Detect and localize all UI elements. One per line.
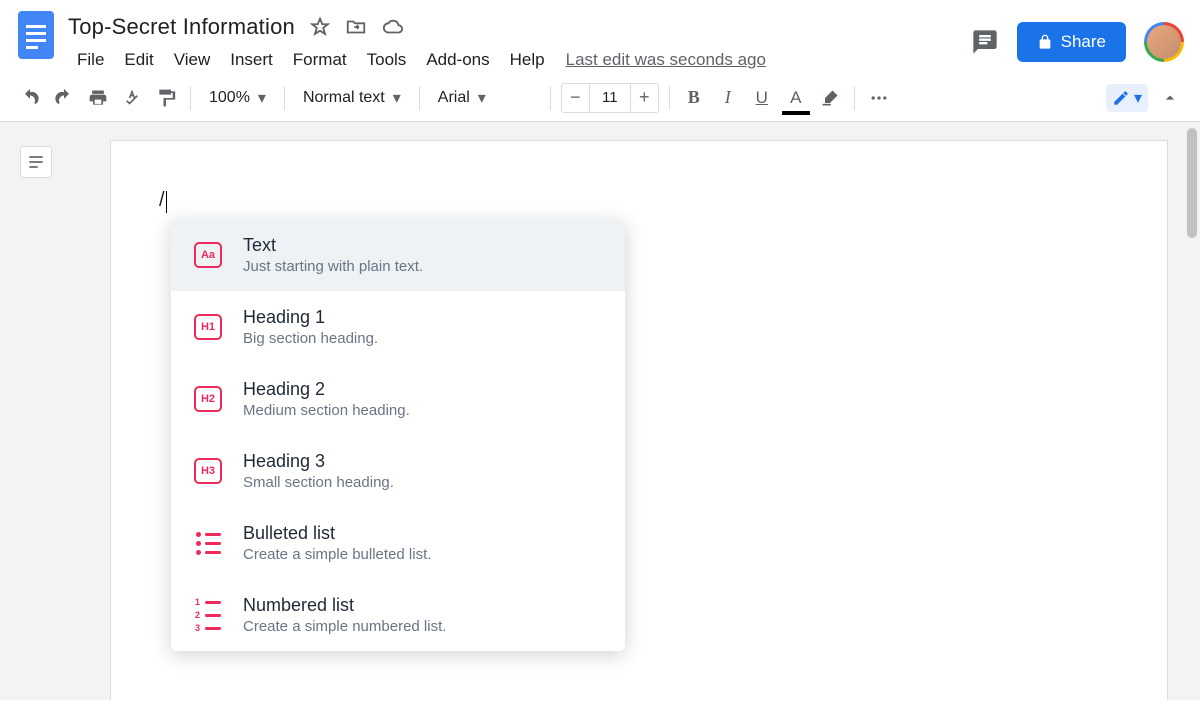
menu-insert[interactable]: Insert	[221, 46, 282, 74]
print-button[interactable]	[84, 84, 112, 112]
collapse-toolbar-button[interactable]	[1156, 84, 1184, 112]
italic-button[interactable]: I	[714, 84, 742, 112]
slash-item-desc: Small section heading.	[243, 474, 394, 491]
header-bar: Top-Secret Information File Edit View In…	[0, 0, 1200, 74]
document-content[interactable]: /	[159, 189, 165, 211]
slash-menu-item-heading-1[interactable]: H1 Heading 1 Big section heading.	[171, 291, 625, 363]
slash-command-menu: Aa Text Just starting with plain text. H1 He…	[171, 219, 625, 651]
menu-help[interactable]: Help	[501, 46, 554, 74]
pencil-icon	[1112, 89, 1130, 107]
menu-bar: File Edit View Insert Format Tools Add-o…	[68, 46, 971, 74]
highlight-button[interactable]	[816, 84, 844, 112]
zoom-select[interactable]: 100% ▾	[201, 84, 274, 112]
font-size-decrease[interactable]: −	[562, 84, 590, 112]
font-select[interactable]: Arial ▾	[430, 84, 540, 112]
redo-button[interactable]	[50, 84, 78, 112]
slash-menu-item-text[interactable]: Aa Text Just starting with plain text.	[171, 219, 625, 291]
slash-item-title: Text	[243, 235, 423, 256]
star-icon[interactable]	[309, 16, 331, 38]
font-size-input[interactable]	[590, 84, 630, 112]
menu-format[interactable]: Format	[284, 46, 356, 74]
cloud-status-icon[interactable]	[381, 16, 405, 38]
share-button[interactable]: Share	[1017, 22, 1126, 62]
menu-tools[interactable]: Tools	[358, 46, 416, 74]
slash-item-desc: Create a simple numbered list.	[243, 618, 446, 635]
numbers-icon: 123	[193, 600, 223, 630]
menu-view[interactable]: View	[165, 46, 220, 74]
bullets-icon	[193, 528, 223, 558]
slash-menu-item-numbered-list[interactable]: 123 Numbered list Create a simple numbered…	[171, 579, 625, 651]
paragraph-style-select[interactable]: Normal text ▾	[295, 84, 409, 112]
slash-item-title: Bulleted list	[243, 523, 431, 544]
header-right: Share	[971, 8, 1184, 62]
comments-icon[interactable]	[971, 28, 999, 56]
lock-icon	[1037, 34, 1053, 50]
toolbar-separator	[284, 86, 285, 110]
toolbar-separator	[854, 86, 855, 110]
caret-down-icon: ▾	[1134, 88, 1142, 108]
menu-file[interactable]: File	[68, 46, 113, 74]
document-outline-button[interactable]	[20, 146, 52, 178]
slash-item-desc: Medium section heading.	[243, 402, 410, 419]
vertical-scrollbar[interactable]	[1187, 128, 1197, 238]
slash-menu-item-heading-3[interactable]: H3 Heading 3 Small section heading.	[171, 435, 625, 507]
caret-down-icon: ▾	[393, 88, 401, 108]
spellcheck-button[interactable]	[118, 84, 146, 112]
last-edit-link[interactable]: Last edit was seconds ago	[566, 50, 766, 70]
menu-edit[interactable]: Edit	[115, 46, 162, 74]
slash-item-title: Heading 1	[243, 307, 378, 328]
toolbar-separator	[190, 86, 191, 110]
caret-down-icon: ▾	[258, 88, 266, 108]
slash-menu-item-bulleted-list[interactable]: Bulleted list Create a simple bulleted li…	[171, 507, 625, 579]
paint-format-button[interactable]	[152, 84, 180, 112]
bold-button[interactable]: B	[680, 84, 708, 112]
account-avatar[interactable]	[1144, 22, 1184, 62]
font-value: Arial	[438, 89, 470, 107]
more-tools-button[interactable]	[865, 84, 893, 112]
editing-mode-button[interactable]: ▾	[1106, 84, 1148, 112]
document-page[interactable]: / Aa Text Just starting with plain text. H1…	[110, 140, 1168, 700]
font-size-increase[interactable]: +	[630, 84, 658, 112]
slash-item-title: Heading 3	[243, 451, 394, 472]
document-title[interactable]: Top-Secret Information	[68, 14, 295, 40]
slash-item-desc: Just starting with plain text.	[243, 258, 423, 275]
toolbar-separator	[669, 86, 670, 110]
zoom-value: 100%	[209, 89, 250, 107]
toolbar-separator	[419, 86, 420, 110]
share-label: Share	[1061, 32, 1106, 52]
docs-logo[interactable]	[16, 8, 56, 62]
text-color-button[interactable]: A	[782, 84, 810, 112]
slash-item-desc: Create a simple bulleted list.	[243, 546, 431, 563]
menu-addons[interactable]: Add-ons	[417, 46, 498, 74]
toolbar: 100% ▾ Normal text ▾ Arial ▾ − + B I U A…	[0, 74, 1200, 122]
move-folder-icon[interactable]	[345, 16, 367, 38]
box-icon: H3	[193, 456, 223, 486]
slash-item-title: Numbered list	[243, 595, 446, 616]
box-icon: H2	[193, 384, 223, 414]
underline-button[interactable]: U	[748, 84, 776, 112]
style-value: Normal text	[303, 89, 385, 107]
font-size-control: − +	[561, 83, 659, 113]
canvas-area: / Aa Text Just starting with plain text. H1…	[0, 122, 1200, 700]
slash-menu-item-heading-2[interactable]: H2 Heading 2 Medium section heading.	[171, 363, 625, 435]
slash-item-desc: Big section heading.	[243, 330, 378, 347]
toolbar-separator	[550, 86, 551, 110]
undo-button[interactable]	[16, 84, 44, 112]
caret-down-icon: ▾	[478, 88, 486, 108]
slash-item-title: Heading 2	[243, 379, 410, 400]
title-block: Top-Secret Information File Edit View In…	[68, 8, 971, 74]
box-icon: Aa	[193, 240, 223, 270]
box-icon: H1	[193, 312, 223, 342]
